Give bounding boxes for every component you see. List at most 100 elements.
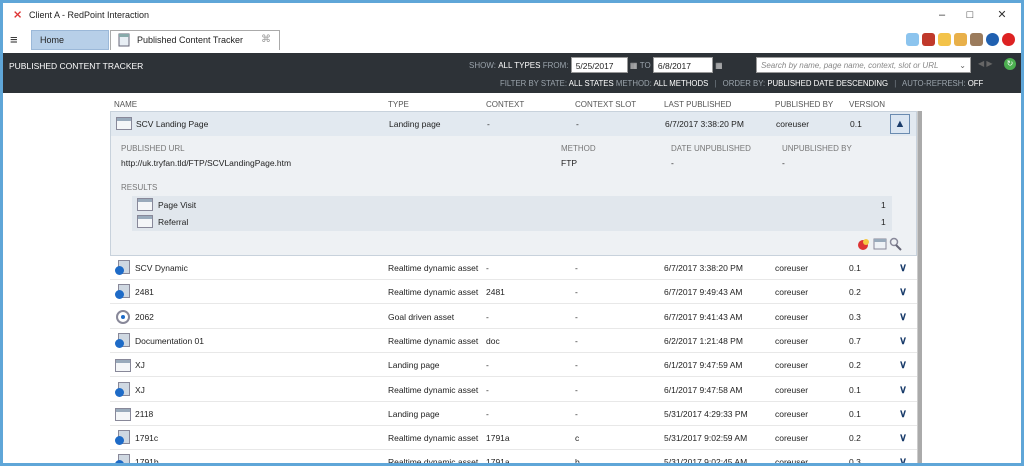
result-icon xyxy=(137,215,153,228)
table-row[interactable]: 1791b Realtime dynamic asset 1791a b 5/31/20… xyxy=(110,450,917,466)
tab-home[interactable]: Home xyxy=(31,30,109,50)
result-row[interactable]: Page Visit 1 xyxy=(132,196,892,214)
calendar-icon[interactable]: ▦ xyxy=(713,61,725,70)
row-slot: - xyxy=(575,360,578,371)
expand-chevron-icon[interactable]: ∨ xyxy=(899,455,907,463)
table-row[interactable]: 2062 Goal driven asset - - 6/7/2017 9:41:43 … xyxy=(110,305,917,329)
jobs-icon[interactable] xyxy=(954,33,967,46)
table-row[interactable]: SCV Dynamic Realtime dynamic asset - -6/7/2… xyxy=(110,256,917,280)
method-value: FTP xyxy=(561,158,578,168)
tab-home-label: Home xyxy=(40,35,65,45)
row-name: SCV Landing Page xyxy=(136,119,209,129)
unpublished-by-value: - xyxy=(782,158,785,168)
table-row[interactable]: XJ Realtime dynamic asset - -6/1/2017 9:47:… xyxy=(110,378,917,402)
to-date-input[interactable]: 6/8/2017 xyxy=(652,57,713,73)
published-url-label: PUBLISHED URL xyxy=(121,144,185,153)
realtime-asset-icon xyxy=(115,284,131,300)
table-row[interactable]: 1791c Realtime dynamic asset 1791a c 5/31/20… xyxy=(110,426,917,451)
result-row[interactable]: Referral 1 xyxy=(132,213,892,231)
method-filter-select[interactable]: ALL METHODS xyxy=(654,79,709,88)
preview-icon[interactable] xyxy=(873,238,887,250)
table-row[interactable]: XJ Landing page - - 6/1/2017 9:47:59 AM coreu… xyxy=(110,353,917,378)
row-by: coreuser xyxy=(775,360,809,371)
order-by-select[interactable]: PUBLISHED DATE xyxy=(767,79,834,88)
col-context[interactable]: CONTEXT xyxy=(486,100,524,109)
from-date-input[interactable]: 5/25/2017 xyxy=(570,57,628,73)
scrollbar[interactable] xyxy=(917,111,922,463)
row-type: Landing page xyxy=(388,408,440,419)
tab-bar: ≡ Home Published Content Tracker ⌘ xyxy=(3,27,1021,53)
table-row[interactable]: Documentation 01 Realtime dynamic asset do… xyxy=(110,329,917,353)
maximize-button[interactable]: □ xyxy=(961,7,979,23)
col-published-by[interactable]: PUBLISHED BY xyxy=(775,100,833,109)
row-last: 6/2/2017 1:21:48 PM xyxy=(664,335,743,346)
expand-chevron-icon[interactable]: ∨ xyxy=(899,383,907,396)
row-last: 5/31/2017 4:29:33 PM xyxy=(664,408,748,419)
refresh-go-icon[interactable]: ↻ xyxy=(1004,58,1016,70)
col-version[interactable]: VERSION xyxy=(849,100,885,109)
expand-chevron-icon[interactable]: ∨ xyxy=(899,310,907,323)
expand-chevron-icon[interactable]: ∨ xyxy=(899,407,907,420)
unpublish-icon[interactable] xyxy=(858,239,869,250)
order-direction-select[interactable]: DESCENDING xyxy=(836,79,888,88)
row-last: 6/1/2017 9:47:59 AM xyxy=(664,360,743,371)
expanded-row-header[interactable]: SCV Landing Page Landing page - - 6/7/20… xyxy=(111,112,916,136)
search-input[interactable]: Search by name, page name, context, slot… xyxy=(756,57,971,73)
close-window-button[interactable]: ✕ xyxy=(993,7,1011,23)
row-context: - xyxy=(486,360,489,371)
chevron-down-icon[interactable]: ⌄ xyxy=(959,61,966,70)
row-type: Landing page xyxy=(388,360,440,371)
hamburger-menu-icon[interactable]: ≡ xyxy=(10,32,18,47)
close-tab-icon[interactable]: ⌘ xyxy=(261,34,271,45)
help-icon[interactable] xyxy=(986,33,999,46)
row-version: 0.3 xyxy=(849,311,861,322)
expand-chevron-icon[interactable]: ∨ xyxy=(899,285,907,298)
method-label: METHOD xyxy=(561,144,596,153)
realtime-asset-icon xyxy=(115,332,131,349)
power-icon[interactable] xyxy=(1002,33,1015,46)
state-filter-select[interactable]: ALL STATES xyxy=(569,79,614,88)
folder-icon[interactable] xyxy=(938,33,951,46)
palette-icon[interactable] xyxy=(970,33,983,46)
landing-page-icon xyxy=(116,117,132,130)
filter-label: FILTER BY STATE: xyxy=(500,79,568,88)
funnel-icon[interactable] xyxy=(906,33,919,46)
redpoint-logo-icon: ⨯ xyxy=(13,9,23,21)
row-last-published: 6/7/2017 3:38:20 PM xyxy=(665,119,744,129)
expand-chevron-icon[interactable]: ∨ xyxy=(899,334,907,347)
goal-asset-icon xyxy=(116,309,130,324)
auto-refresh-toggle[interactable]: OFF xyxy=(968,79,984,88)
published-url[interactable]: http://uk.tryfan.tld/FTP/SCVLandingPage.… xyxy=(121,158,291,168)
row-context: - xyxy=(486,384,489,395)
col-type[interactable]: TYPE xyxy=(388,100,409,109)
row-name: 2062 xyxy=(135,311,154,322)
expand-chevron-icon[interactable]: ∨ xyxy=(899,431,907,444)
row-name: 1791b xyxy=(135,457,159,466)
row-type: Realtime dynamic asset xyxy=(388,287,479,298)
row-type: Landing page xyxy=(389,119,441,129)
row-context: - xyxy=(486,263,489,273)
show-filter-row: SHOW: ALL TYPES FROM: 5/25/2017 ▦ TO 6/8… xyxy=(469,57,725,73)
minimize-button[interactable]: – xyxy=(933,7,951,23)
collapse-button[interactable]: ▲ xyxy=(890,114,910,134)
row-context: 1791a xyxy=(486,433,510,444)
date-unpublished-label: DATE UNPUBLISHED xyxy=(671,144,751,153)
col-last-published[interactable]: LAST PUBLISHED xyxy=(664,100,731,109)
table-row[interactable]: 2118 Landing page - - 5/31/2017 4:29:33 PM co… xyxy=(110,402,917,426)
col-context-slot[interactable]: CONTEXT SLOT xyxy=(575,100,636,109)
show-type-select[interactable]: ALL TYPES xyxy=(498,61,540,70)
nav-arrows-icon[interactable]: ◀ ▶ xyxy=(978,59,993,68)
tools-icon[interactable] xyxy=(922,33,935,46)
inspect-icon[interactable] xyxy=(889,237,902,251)
table-row[interactable]: 2481 Realtime dynamic asset 2481 - 6/7/2017 … xyxy=(110,280,917,305)
row-version: 0.3 xyxy=(849,457,861,466)
calendar-icon[interactable]: ▦ xyxy=(628,61,640,70)
expanded-row: SCV Landing Page Landing page - - 6/7/20… xyxy=(110,111,917,256)
expand-chevron-icon[interactable]: ∨ xyxy=(899,358,907,371)
tab-published-content-tracker[interactable]: Published Content Tracker ⌘ xyxy=(110,30,280,50)
expand-chevron-icon[interactable]: ∨ xyxy=(899,261,907,274)
method-label: METHOD: xyxy=(615,79,652,88)
col-name[interactable]: NAME xyxy=(114,100,137,109)
realtime-asset-icon xyxy=(115,381,131,398)
filter-row: FILTER BY STATE: ALL STATES METHOD: ALL … xyxy=(500,79,984,88)
